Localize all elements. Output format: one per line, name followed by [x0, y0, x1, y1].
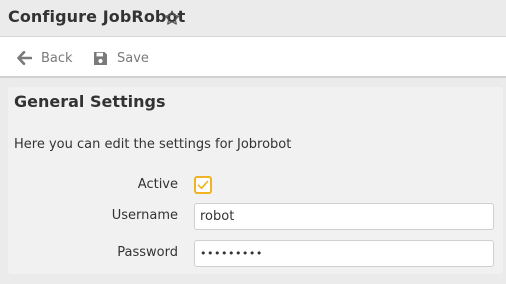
page-title: Configure JobRobot	[8, 7, 186, 26]
password-input[interactable]	[194, 240, 494, 267]
section-description: Here you can edit the settings for Jobro…	[14, 137, 292, 152]
back-label: Back	[41, 50, 73, 66]
general-settings-panel: General Settings Here you can edit the s…	[8, 87, 503, 274]
back-button[interactable]: Back	[17, 47, 73, 69]
floppy-disk-icon	[94, 51, 107, 65]
arrow-left-icon	[17, 51, 32, 65]
save-label: Save	[117, 50, 149, 66]
toolbar: Back Save	[0, 37, 506, 78]
active-checkbox[interactable]	[194, 176, 212, 194]
star-icon[interactable]	[163, 9, 181, 27]
username-label: Username	[111, 208, 178, 223]
password-label: Password	[117, 245, 178, 260]
checkmark-icon	[197, 180, 209, 190]
section-title: General Settings	[14, 92, 166, 111]
active-label: Active	[137, 177, 178, 192]
title-bar: Configure JobRobot	[0, 0, 506, 37]
save-button[interactable]: Save	[93, 47, 149, 69]
username-input[interactable]	[194, 203, 494, 230]
